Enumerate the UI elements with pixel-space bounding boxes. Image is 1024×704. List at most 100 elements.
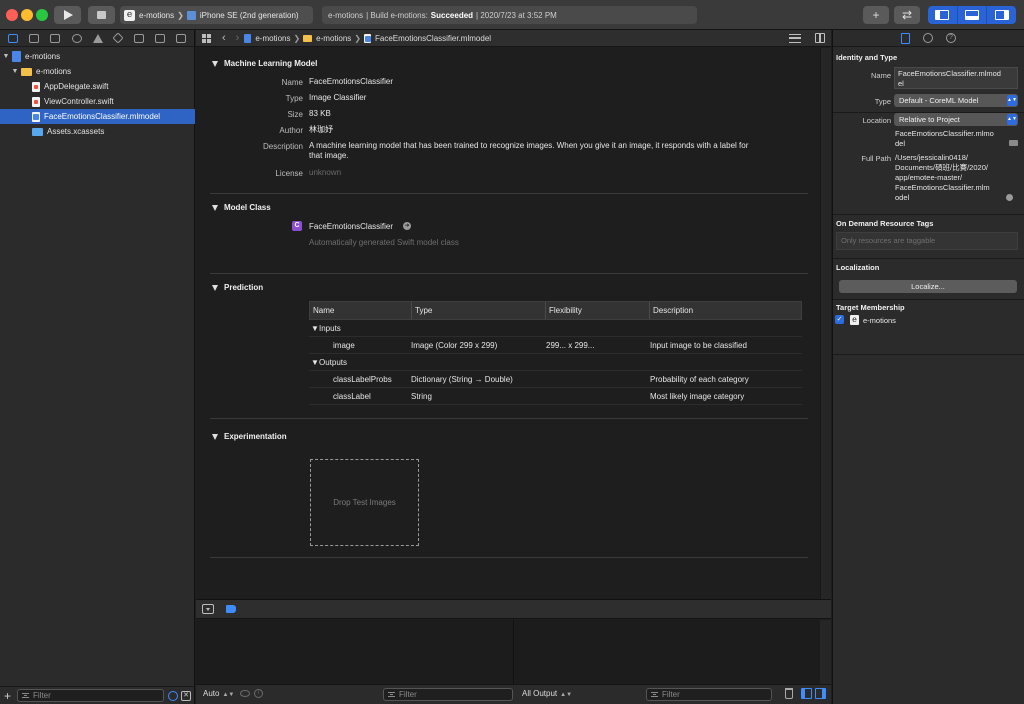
source-control-icon[interactable] <box>28 33 39 43</box>
library-button[interactable]: + <box>863 6 889 24</box>
add-file-button[interactable]: + <box>4 689 11 703</box>
disclosure-icon[interactable] <box>212 204 218 211</box>
report-icon[interactable] <box>176 33 187 43</box>
activity-project: e-motions <box>328 10 364 20</box>
file-type-popup[interactable]: Default - CoreML Model ▲▼ <box>894 94 1018 107</box>
zoom-window-button[interactable] <box>36 9 48 21</box>
tree-item-file[interactable]: AppDelegate.swift <box>0 79 195 94</box>
run-button[interactable] <box>54 6 81 24</box>
toggle-inspector-button[interactable] <box>986 6 1016 24</box>
navigator-filter-input[interactable]: Filter <box>17 689 164 702</box>
name-field[interactable]: FaceEmotionsClassifier.mlmod el <box>894 67 1018 89</box>
eye-icon[interactable] <box>240 690 250 697</box>
column-header-description[interactable]: Description <box>649 302 801 319</box>
table-group-row[interactable]: ▼ Outputs <box>309 354 802 371</box>
go-to-class-icon[interactable]: ➜ <box>403 222 411 230</box>
forward-arrow-icon[interactable]: › <box>236 32 240 44</box>
divider <box>833 258 1024 259</box>
console-view[interactable] <box>515 620 820 684</box>
filter-placeholder: Filter <box>33 691 51 700</box>
history-inspector-icon[interactable] <box>923 33 933 43</box>
search-icon[interactable] <box>71 33 82 43</box>
tree-item-group[interactable]: ▼ e-motions <box>0 64 195 79</box>
symbol-icon[interactable] <box>50 33 61 43</box>
related-items-icon[interactable] <box>202 33 211 43</box>
recent-files-icon[interactable] <box>168 690 178 701</box>
column-header-name[interactable]: Name <box>310 302 412 319</box>
close-window-button[interactable] <box>6 9 18 21</box>
console-output-selector[interactable]: All Output ▲▼ <box>522 689 572 698</box>
file-inspector-icon[interactable] <box>901 32 910 44</box>
tree-item-file-selected[interactable]: FaceEmotionsClassifier.mlmodel <box>0 109 195 124</box>
tree-item-file[interactable]: ViewController.swift <box>0 94 195 109</box>
tree-item-project[interactable]: ▼ e-motions <box>0 49 195 64</box>
breadcrumb-file[interactable]: FaceEmotionsClassifier.mlmodel <box>375 34 491 43</box>
source-control-filter-icon[interactable]: ✕ <box>181 690 191 701</box>
table-row[interactable]: classLabelProbs Dictionary (String → Dou… <box>309 371 802 388</box>
breadcrumb-project[interactable]: e-motions <box>255 34 290 43</box>
table-group-row[interactable]: ▼ Inputs <box>309 320 802 337</box>
section-prediction[interactable]: Prediction <box>212 283 263 292</box>
disclosure-icon[interactable] <box>212 60 218 67</box>
toggle-navigator-button[interactable] <box>928 6 957 24</box>
breadcrumb-group[interactable]: e-motions <box>316 34 351 43</box>
section-divider <box>210 557 808 558</box>
section-identity-title: Identity and Type <box>836 53 898 62</box>
table-row[interactable]: classLabel String Most likely image cate… <box>309 388 802 405</box>
disclosure-icon[interactable]: ▼ <box>2 53 10 60</box>
localize-button[interactable]: Localize... <box>839 280 1017 293</box>
scheme-name[interactable]: e-motions <box>139 11 174 20</box>
back-arrow-icon[interactable]: ‹ <box>222 32 226 44</box>
drop-test-images-zone[interactable]: Drop Test Images <box>310 459 419 546</box>
section-title: Experimentation <box>224 432 287 441</box>
minimize-window-button[interactable] <box>21 9 33 21</box>
disclosure-icon[interactable]: ▼ <box>311 320 319 337</box>
show-variables-icon[interactable] <box>801 688 812 699</box>
device-name[interactable]: iPhone SE (2nd generation) <box>200 11 299 20</box>
hide-debug-area-icon[interactable] <box>202 604 214 614</box>
reveal-in-finder-icon[interactable] <box>1006 194 1013 201</box>
info-icon[interactable]: i <box>254 689 263 698</box>
disclosure-icon[interactable]: ▼ <box>311 354 319 371</box>
table-row[interactable]: image Image (Color 299 x 299) 299... x 2… <box>309 337 802 354</box>
resource-tags-field[interactable]: Only resources are taggable <box>836 232 1018 250</box>
location-popup[interactable]: Relative to Project ▲▼ <box>894 113 1018 126</box>
scheme-selector[interactable]: e e-motions ❯ iPhone SE (2nd generation) <box>120 6 313 24</box>
tags-placeholder: Only resources are taggable <box>841 236 936 245</box>
trash-icon[interactable] <box>785 688 793 699</box>
debug-icon[interactable] <box>133 33 144 43</box>
disclosure-icon[interactable] <box>212 433 218 440</box>
editor-options-icon[interactable] <box>789 34 801 43</box>
tree-item-file[interactable]: Assets.xcassets <box>0 124 195 139</box>
help-icon[interactable]: ? <box>946 33 956 43</box>
warning-icon[interactable] <box>92 33 103 43</box>
test-icon[interactable] <box>112 32 124 44</box>
name-value: FaceEmotionsClassifier <box>309 77 394 86</box>
disclosure-icon[interactable] <box>212 284 218 291</box>
section-experimentation[interactable]: Experimentation <box>212 432 287 441</box>
variables-filter-input[interactable]: Filter <box>383 688 513 701</box>
section-ml-model[interactable]: Machine Learning Model <box>212 59 317 68</box>
section-model-class[interactable]: Model Class <box>212 203 271 212</box>
choose-folder-icon[interactable] <box>1009 140 1018 146</box>
full-path-line: odel <box>895 193 910 202</box>
editor-scrollbar[interactable] <box>820 48 831 599</box>
breakpoints-toggle-icon[interactable] <box>226 605 236 613</box>
name-field-line: el <box>898 79 904 88</box>
target-membership-checkbox[interactable]: ✓ <box>835 315 844 324</box>
disclosure-icon[interactable]: ▼ <box>11 68 19 75</box>
variables-scope-selector[interactable]: Auto ▲▼ <box>203 689 234 698</box>
toggle-debug-area-button[interactable] <box>956 6 987 24</box>
console-scrollbar[interactable] <box>820 620 831 684</box>
show-console-icon[interactable] <box>815 688 826 699</box>
column-header-type[interactable]: Type <box>411 302 546 319</box>
code-review-button[interactable]: ⇄ <box>894 6 920 24</box>
variables-view[interactable] <box>196 620 514 684</box>
console-filter-input[interactable]: Filter <box>646 688 772 701</box>
group-label: Outputs <box>319 358 348 367</box>
folder-icon[interactable] <box>7 33 18 43</box>
breakpoint-icon[interactable] <box>154 33 165 43</box>
stop-button[interactable] <box>88 6 115 24</box>
column-header-flexibility[interactable]: Flexibility <box>545 302 650 319</box>
split-editor-icon[interactable] <box>815 33 825 43</box>
